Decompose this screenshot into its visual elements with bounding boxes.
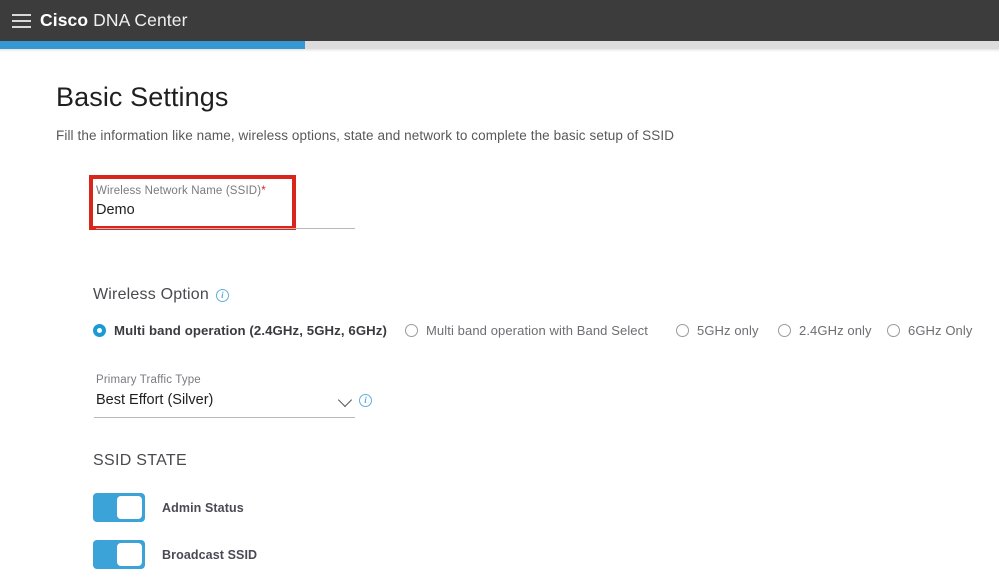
toggle-knob: [117, 543, 142, 566]
radio-unselected-icon: [405, 324, 418, 337]
required-marker: *: [261, 185, 266, 197]
wireless-option-radio-label: Multi band operation (2.4GHz, 5GHz, 6GHz…: [114, 323, 387, 338]
broadcast-ssid-label: Broadcast SSID: [162, 547, 258, 562]
primary-traffic-type-underline: [94, 417, 355, 418]
hamburger-line: [11, 25, 31, 28]
ssid-field-label: Wireless Network Name (SSID)*: [96, 185, 266, 197]
radio-unselected-icon: [887, 324, 900, 337]
hamburger-menu-icon[interactable]: [0, 0, 40, 41]
hamburger-line: [11, 19, 31, 22]
app-brand: Cisco DNA Center: [40, 10, 188, 31]
brand-cisco: Cisco: [40, 10, 89, 30]
wireless-option-radio-label: 5GHz only: [697, 323, 759, 338]
ssid-name-input[interactable]: [96, 202, 286, 218]
info-circle-icon[interactable]: i: [215, 288, 229, 302]
wireless-option-radio-0[interactable]: Multi band operation (2.4GHz, 5GHz, 6GHz…: [93, 323, 387, 338]
wireless-option-radio-label: Multi band operation with Band Select: [426, 323, 648, 338]
primary-traffic-type-value[interactable]: Best Effort (Silver): [96, 392, 213, 408]
broadcast-ssid-toggle[interactable]: [93, 540, 145, 569]
wireless-option-radio-group[interactable]: Multi band operation (2.4GHz, 5GHz, 6GHz…: [93, 323, 993, 345]
wireless-option-radio-1[interactable]: Multi band operation with Band Select: [405, 323, 648, 338]
ssid-field-label-text: Wireless Network Name (SSID): [96, 185, 262, 197]
page-subtitle: Fill the information like name, wireless…: [56, 128, 675, 143]
wireless-option-radio-2[interactable]: 5GHz only: [676, 323, 759, 338]
toggle-knob: [117, 496, 142, 519]
primary-traffic-type-label: Primary Traffic Type: [96, 374, 201, 386]
wizard-progress-bar: [0, 41, 999, 49]
broadcast-ssid-row: Broadcast SSID: [93, 540, 257, 569]
brand-dna-center: DNA Center: [93, 10, 188, 30]
wireless-option-radio-4[interactable]: 6GHz Only: [887, 323, 972, 338]
wireless-option-heading-text: Wireless Option: [93, 286, 209, 303]
wireless-option-radio-label: 6GHz Only: [908, 323, 973, 338]
wireless-option-radio-3[interactable]: 2.4GHz only: [778, 323, 872, 338]
ssid-state-heading: SSID STATE: [93, 452, 187, 469]
page-title: Basic Settings: [56, 82, 229, 112]
radio-unselected-icon: [676, 324, 689, 337]
chevron-down-icon[interactable]: [338, 395, 354, 407]
app-header: Cisco DNA Center: [0, 0, 999, 41]
wizard-progress-fill: [0, 41, 305, 49]
admin-status-toggle[interactable]: [93, 493, 145, 522]
radio-unselected-icon: [778, 324, 791, 337]
primary-traffic-type-info-circle-icon[interactable]: i: [359, 394, 372, 407]
admin-status-label: Admin Status: [162, 500, 244, 515]
page-content: Basic Settings Fill the information like…: [0, 52, 999, 584]
radio-selected-icon: [93, 324, 106, 337]
ssid-field-underline: [96, 228, 355, 229]
admin-status-row: Admin Status: [93, 493, 244, 522]
hamburger-line: [11, 13, 31, 16]
wireless-option-heading: Wireless Option i: [93, 286, 229, 304]
wireless-option-radio-label: 2.4GHz only: [799, 323, 872, 338]
